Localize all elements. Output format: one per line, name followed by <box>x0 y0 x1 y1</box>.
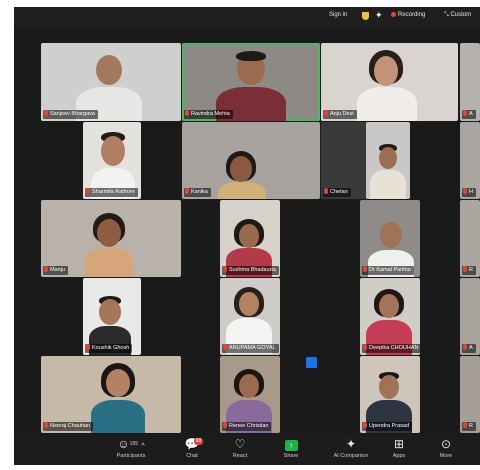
participant-name-tag: Chetan <box>323 187 351 197</box>
mic-muted-icon <box>44 109 48 116</box>
sign-in-link[interactable]: Sign in <box>329 12 347 18</box>
mic-muted-icon <box>86 343 90 350</box>
ai-companion-icon: ✦ <box>345 437 357 451</box>
participant-name-tag: Sharmila Rathore <box>85 187 138 197</box>
participants-button[interactable]: ☺185 ^ Participants <box>109 437 153 463</box>
mic-muted-icon <box>185 109 189 116</box>
video-tile[interactable]: Neeraj Chauhan <box>41 356 181 433</box>
video-tile[interactable]: H <box>460 122 480 199</box>
video-tile[interactable]: ANUPAMA GOYAL <box>220 278 280 355</box>
video-tile[interactable]: Sanjeev Bhargava <box>41 43 181 121</box>
video-tile[interactable]: Deepika CHOUHAN <box>360 278 420 355</box>
recording-label: Recording <box>398 12 426 19</box>
participant-name-tag: Sushma Bhadauria <box>222 265 279 275</box>
participant-name-tag: A <box>462 343 476 353</box>
participants-label: Participants <box>116 453 146 459</box>
react-label: React <box>232 453 248 459</box>
mic-muted-icon <box>363 343 367 350</box>
video-tile[interactable]: A <box>460 43 480 121</box>
participant-name-tag: Manju <box>43 265 68 275</box>
chat-button[interactable]: 💬 99 Chat <box>170 437 214 463</box>
video-tile[interactable]: R <box>460 356 480 433</box>
participant-name-tag: A <box>462 109 476 119</box>
participant-name-tag: Renee Christian <box>222 421 272 431</box>
people-icon: ☺185 ^ <box>117 437 145 451</box>
chat-label: Chat <box>186 453 198 459</box>
mic-muted-icon <box>185 187 189 194</box>
participant-name-tag: R <box>462 421 476 431</box>
mic-muted-icon <box>463 343 467 350</box>
participant-name-tag: Sanjeev Bhargava <box>43 109 98 119</box>
participant-name-tag: Upendra Prasad <box>362 421 413 431</box>
mic-muted-icon <box>363 265 367 272</box>
chat-icon: 💬 <box>184 437 200 451</box>
more-button[interactable]: ⊙ More <box>424 437 468 463</box>
video-tile[interactable] <box>366 122 410 199</box>
custom-label: Custom <box>450 12 472 18</box>
video-tile[interactable]: Manju <box>41 200 181 277</box>
mic-muted-icon <box>44 265 48 272</box>
mic-muted-icon <box>463 421 467 428</box>
custom-layout-button[interactable]: ⤡ Custom <box>444 12 471 19</box>
react-button[interactable]: ♡ React <box>218 437 262 463</box>
heart-react-icon: ♡ <box>234 437 246 451</box>
mic-muted-icon <box>223 421 227 428</box>
video-tile[interactable]: R <box>460 200 480 277</box>
video-tile[interactable]: Kanika <box>182 122 320 199</box>
participant-name-tag: Kanika <box>184 187 211 197</box>
video-tile-active-speaker[interactable]: Ravindra Mehta <box>182 43 320 121</box>
record-dot-icon <box>391 12 396 17</box>
participant-name-tag: Koushik Ghosh <box>85 343 133 353</box>
video-tile[interactable]: Renee Christian <box>220 356 280 433</box>
participant-name-tag: Deepika CHOUHAN <box>362 343 420 353</box>
apps-button[interactable]: ⊞ Apps <box>377 437 421 463</box>
apps-label: Apps <box>392 453 406 459</box>
mic-muted-icon <box>44 421 48 428</box>
participants-count: 185 <box>129 441 138 447</box>
meeting-window: Sign in ✦ Recording ⤡ Custom Sanjeev Bha… <box>14 7 480 465</box>
video-tile[interactable]: Anju Devi <box>321 43 458 121</box>
participant-name-tag: Ravindra Mehta <box>184 109 233 119</box>
more-label: More <box>439 453 453 459</box>
share-arrow-icon: ↑ <box>284 440 298 451</box>
mic-muted-icon <box>223 265 227 272</box>
video-tile[interactable]: Dr Kamal Parihar <box>360 200 420 277</box>
mic-muted-icon <box>223 343 227 350</box>
video-tile[interactable]: Sushma Bhadauria <box>220 200 280 277</box>
participant-name-tag: H <box>462 187 476 197</box>
more-dots-icon: ⊙ <box>440 437 452 451</box>
ai-companion-label: AI Companion <box>333 453 369 459</box>
mic-muted-icon <box>324 187 328 194</box>
mic-muted-icon <box>463 187 467 194</box>
share-label: Share <box>283 453 299 459</box>
participant-name-tag: ANUPAMA GOYAL <box>222 343 279 353</box>
shield-icon[interactable] <box>362 12 369 20</box>
ai-companion-button[interactable]: ✦ AI Companion <box>325 437 377 463</box>
mic-muted-icon <box>463 109 467 116</box>
meeting-toolbar: ☺185 ^ Participants 💬 99 Chat ♡ React ↑ … <box>14 435 480 465</box>
mic-muted-icon <box>363 421 367 428</box>
top-bar: Sign in ✦ Recording ⤡ Custom <box>14 7 480 27</box>
mic-muted-icon <box>463 265 467 272</box>
apps-grid-icon: ⊞ <box>393 437 405 451</box>
video-tile[interactable]: Koushik Ghosh <box>83 278 141 355</box>
screen-share-indicator-icon[interactable] <box>306 357 317 368</box>
video-tile[interactable]: A <box>460 278 480 355</box>
ai-sparkle-icon[interactable]: ✦ <box>375 10 383 21</box>
mic-muted-icon <box>324 109 328 116</box>
share-button[interactable]: ↑ Share <box>269 437 313 463</box>
chat-unread-badge: 99 <box>194 438 203 445</box>
participant-name-tag: Dr Kamal Parihar <box>362 265 415 275</box>
participant-name-tag: Neeraj Chauhan <box>43 421 94 431</box>
participant-name-tag: Anju Devi <box>323 109 357 119</box>
recording-indicator[interactable]: Recording <box>391 12 425 18</box>
chevron-up-icon[interactable]: ^ <box>141 443 144 450</box>
participant-name-tag: R <box>462 265 476 275</box>
video-tile[interactable]: Sharmila Rathore <box>83 122 141 199</box>
video-tile[interactable]: Upendra Prasad <box>360 356 420 433</box>
mic-muted-icon <box>86 187 90 194</box>
